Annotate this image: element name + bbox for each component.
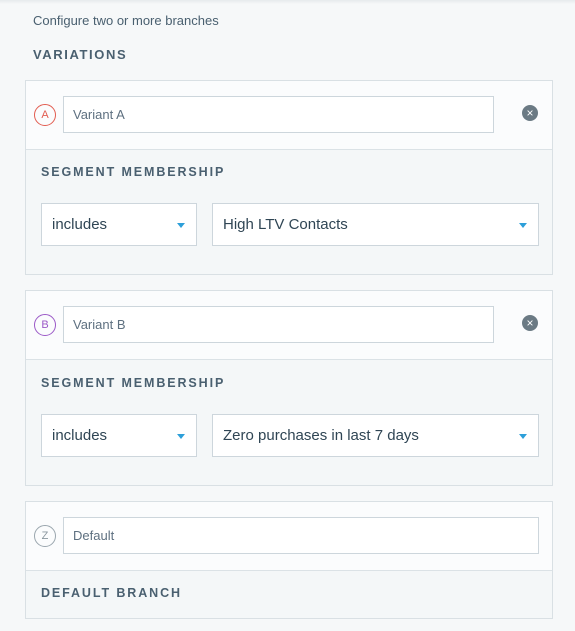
default-branch-card: Z DEFAULT BRANCH <box>25 501 553 619</box>
chevron-down-icon <box>177 223 185 228</box>
operator-select-b[interactable]: includes <box>41 414 197 457</box>
chevron-down-icon <box>177 434 185 439</box>
variant-badge-a: A <box>34 104 56 126</box>
operator-value: includes <box>52 216 108 233</box>
default-name-input[interactable] <box>63 517 539 554</box>
intro-text: Configure two or more branches <box>33 13 219 28</box>
top-shadow <box>0 0 575 4</box>
variant-header: A × <box>26 81 552 150</box>
remove-variant-b-button[interactable]: × <box>522 315 538 331</box>
segment-select-b[interactable]: Zero purchases in last 7 days <box>212 414 539 457</box>
variant-name-input-a[interactable] <box>63 96 494 133</box>
close-circle-icon: × <box>526 106 534 120</box>
default-branch-heading: DEFAULT BRANCH <box>41 586 182 600</box>
segment-value: Zero purchases in last 7 days <box>223 427 419 444</box>
default-badge: Z <box>34 525 56 547</box>
close-circle-icon: × <box>526 316 534 330</box>
segment-membership-heading: SEGMENT MEMBERSHIP <box>41 376 226 390</box>
variant-header: B × <box>26 291 552 360</box>
variations-heading: VARIATIONS <box>33 47 128 62</box>
variant-name-input-b[interactable] <box>63 306 494 343</box>
segment-select-a[interactable]: High LTV Contacts <box>212 203 539 246</box>
segment-membership-heading: SEGMENT MEMBERSHIP <box>41 165 226 179</box>
variant-card-a: A × SEGMENT MEMBERSHIP includes High LTV… <box>25 80 553 275</box>
chevron-down-icon <box>519 434 527 439</box>
segment-value: High LTV Contacts <box>223 216 348 233</box>
operator-select-a[interactable]: includes <box>41 203 197 246</box>
variant-badge-b: B <box>34 314 56 336</box>
remove-variant-a-button[interactable]: × <box>522 105 538 121</box>
default-branch-header: Z <box>26 502 552 571</box>
operator-value: includes <box>52 427 108 444</box>
chevron-down-icon <box>519 223 527 228</box>
variant-card-b: B × SEGMENT MEMBERSHIP includes Zero pur… <box>25 290 553 486</box>
